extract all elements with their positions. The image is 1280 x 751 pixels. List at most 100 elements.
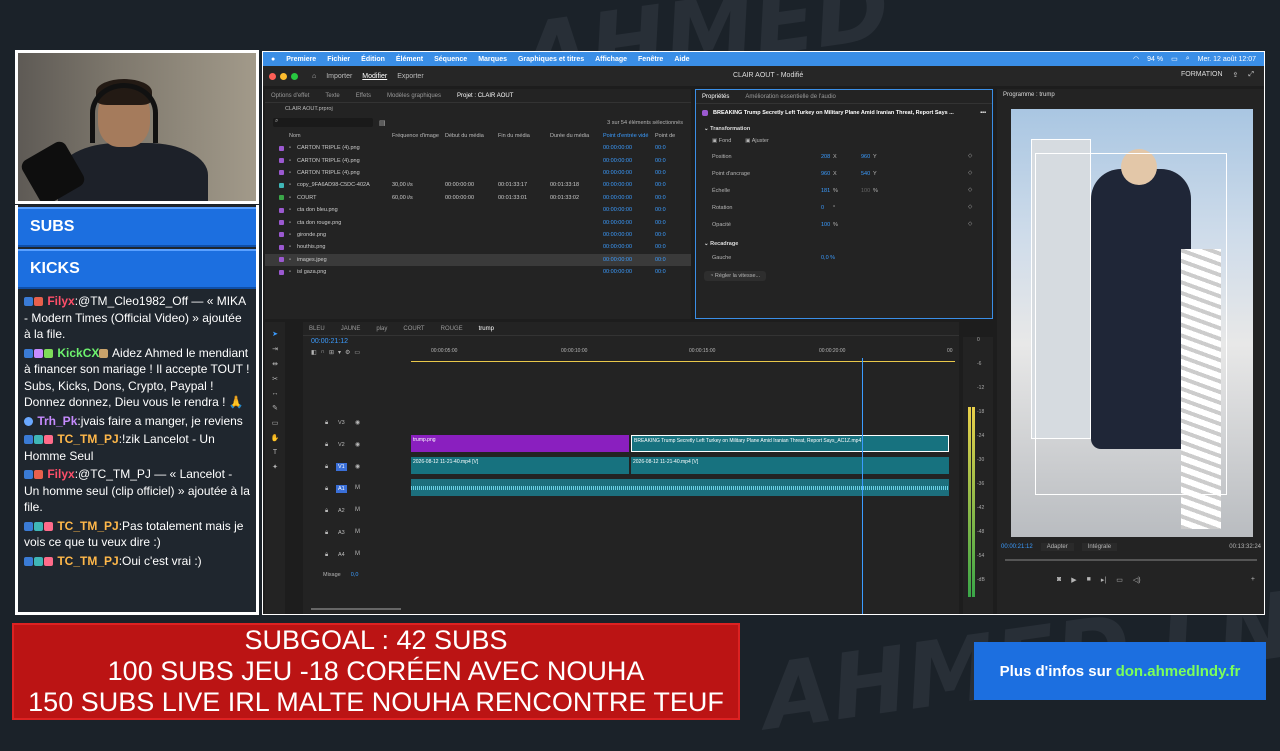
project-row[interactable]: ▫ CARTON TRIPLE (4).png 00:00:00:00 00:0 xyxy=(265,167,691,179)
snap-icon[interactable]: ∩ xyxy=(321,349,325,356)
info-link[interactable]: don.ahmedlndy.fr xyxy=(1116,663,1241,680)
clock-text[interactable]: Mer. 12 août 12:07 xyxy=(1198,56,1256,63)
stop-icon[interactable]: ■ xyxy=(1087,576,1091,584)
eye-icon[interactable]: ◉ xyxy=(355,441,360,448)
home-icon[interactable]: ⌂ xyxy=(312,73,316,80)
sequence-tab[interactable]: COURT xyxy=(403,326,424,332)
selection-tool-icon[interactable]: ➤ xyxy=(272,330,278,338)
chat-username[interactable]: TC_TM_PJ xyxy=(57,519,118,533)
chat-username[interactable]: TC_TM_PJ xyxy=(57,554,118,568)
clip-v1-a[interactable]: 2026-08-12 11-21-40.mp4 [V] xyxy=(411,457,629,474)
tab-effect-options[interactable]: Options d'effet xyxy=(271,93,309,99)
clip-breaking[interactable]: BREAKING Trump Secretly Left Turkey on M… xyxy=(631,435,949,452)
track-label[interactable]: V1 xyxy=(336,463,347,471)
captions-icon[interactable]: ▭ xyxy=(354,349,360,356)
track-select-icon[interactable]: ⇥ xyxy=(272,345,278,353)
lock-icon[interactable]: 🔒︎ xyxy=(325,464,328,471)
slip-icon[interactable]: ↔ xyxy=(272,390,279,397)
reset-icon[interactable]: ◇ xyxy=(968,153,972,159)
menu-sequence[interactable]: Séquence xyxy=(434,56,467,63)
tab-effects[interactable]: Effets xyxy=(356,93,371,99)
project-row[interactable]: ▫ copy_9FA6AD98-C5DC-402A 30,00 i/s 00:00:0… xyxy=(265,179,691,191)
step-forward-icon[interactable]: ▸| xyxy=(1101,576,1106,584)
minimize-icon[interactable] xyxy=(280,72,287,80)
reset-icon[interactable]: ◇ xyxy=(968,221,972,227)
col-in[interactable]: Point d'entrée vidé xyxy=(603,133,648,139)
property-value-1[interactable]: 0 xyxy=(821,205,824,211)
fit-select[interactable]: Adapter xyxy=(1040,543,1074,551)
lock-icon[interactable]: 🔒︎ xyxy=(325,530,328,537)
quality-select[interactable]: Intégrale xyxy=(1081,543,1118,551)
type-icon[interactable]: T xyxy=(273,449,277,456)
program-timecode[interactable]: 00:00:21:12 xyxy=(1001,544,1033,550)
reset-icon[interactable]: ◇ xyxy=(968,170,972,176)
sequence-tab[interactable]: JAUNE xyxy=(341,326,361,332)
eye-icon[interactable]: ◉ xyxy=(355,463,360,470)
chat-username[interactable]: Trh_Pk xyxy=(37,414,77,428)
col-point[interactable]: Point de xyxy=(655,133,675,139)
sequence-tab[interactable]: ROUGE xyxy=(441,326,463,332)
output-icon[interactable]: ▭ xyxy=(1116,576,1123,584)
sequence-tab[interactable]: trump xyxy=(479,326,494,332)
pen-icon[interactable]: ✎ xyxy=(272,404,278,412)
tab-properties[interactable]: Propriétés xyxy=(702,94,729,100)
ajuster-button[interactable]: ▣ Ajuster xyxy=(745,138,769,144)
tab-text[interactable]: Texte xyxy=(325,93,339,99)
property-value-2[interactable]: 100 xyxy=(861,188,870,194)
project-row[interactable]: ▫ gironde.png 00:00:00:00 00:0 xyxy=(265,229,691,241)
lock-icon[interactable]: 🔒︎ xyxy=(325,442,328,449)
tab-essential-audio[interactable]: Amélioration essentielle de l'audio xyxy=(745,94,836,100)
property-value-2[interactable]: 960 xyxy=(861,154,870,160)
workspace-label[interactable]: FORMATION xyxy=(1181,71,1222,79)
mute-icon[interactable]: M xyxy=(355,529,360,535)
project-row[interactable]: ▫ isl gaza.png 00:00:00:00 00:0 xyxy=(265,266,691,278)
col-duration[interactable]: Durée du média xyxy=(550,133,589,139)
chat-username[interactable]: KickCX xyxy=(57,346,99,360)
menu-aide[interactable]: Aide xyxy=(674,56,689,63)
sequence-tab[interactable]: BLEU xyxy=(309,326,325,332)
mute-icon[interactable]: M xyxy=(355,551,360,557)
hand-icon[interactable]: ✋ xyxy=(271,434,280,442)
eye-icon[interactable]: ◉ xyxy=(355,419,360,426)
wifi-icon[interactable]: ◠ xyxy=(1133,55,1139,63)
clip-trump-png[interactable]: trump.png xyxy=(411,435,629,452)
fullscreen-icon[interactable]: ⤢ xyxy=(1248,71,1254,79)
chat-username[interactable]: Filyx xyxy=(47,294,74,308)
search-input[interactable]: ⌕ xyxy=(273,118,373,127)
project-row[interactable]: ▫ COURT 60,00 i/s 00:00:00:00 00:01:33:01 00:… xyxy=(265,192,691,204)
project-row[interactable]: ▫ cta don rouge.png 00:00:00:00 00:0 xyxy=(265,216,691,228)
property-value-1[interactable]: 208 xyxy=(821,154,830,160)
playhead[interactable] xyxy=(862,358,863,614)
track-label[interactable]: A1 xyxy=(336,485,347,493)
clip-v1-b[interactable]: 2026-08-12 11-21-40.mp4 [V] xyxy=(631,457,949,474)
lock-icon[interactable]: 🔒︎ xyxy=(325,420,328,427)
close-icon[interactable] xyxy=(269,72,276,80)
tab-exporter[interactable]: Exporter xyxy=(397,73,423,80)
settings-icon[interactable]: ⚙ xyxy=(345,349,350,356)
search-icon[interactable]: ⌕ xyxy=(1186,55,1190,63)
nest-icon[interactable]: ◧ xyxy=(311,349,317,356)
project-row[interactable]: ▫ CARTON TRIPLE (4).png 00:00:00:00 00:0 xyxy=(265,142,691,154)
program-scrubber[interactable] xyxy=(1005,559,1257,561)
timeline-zoom-bar[interactable] xyxy=(311,608,401,610)
track-label[interactable]: A4 xyxy=(336,551,347,559)
col-end[interactable]: Fin du média xyxy=(498,133,530,139)
razor-icon[interactable]: ✂ xyxy=(272,375,278,383)
menu-affichage[interactable]: Affichage xyxy=(595,56,627,63)
section-crop[interactable]: ⌄ Recadrage xyxy=(696,235,992,253)
menu-graphiques[interactable]: Graphiques et titres xyxy=(518,56,584,63)
project-row[interactable]: ▫ CARTON TRIPLE (4).png 00:00:00:00 00:0 xyxy=(265,154,691,166)
menu-edition[interactable]: Édition xyxy=(361,56,385,63)
rectangle-icon[interactable]: ▭ xyxy=(272,419,279,427)
share-icon[interactable]: ⇪ xyxy=(1233,71,1239,79)
lock-icon[interactable]: 🔒︎ xyxy=(325,552,328,559)
chat-username[interactable]: Filyx xyxy=(47,467,74,481)
marker-icon[interactable]: ▾ xyxy=(338,349,341,356)
property-value-1[interactable]: 100 xyxy=(821,222,830,228)
tab-graphic-templates[interactable]: Modèles graphiques xyxy=(387,93,441,99)
tab-importer[interactable]: Importer xyxy=(326,73,352,80)
project-row[interactable]: ▫ houthis.png 00:00:00:00 00:0 xyxy=(265,241,691,253)
property-value-1[interactable]: 181 xyxy=(821,188,830,194)
linked-icon[interactable]: ⊞ xyxy=(329,349,334,356)
program-video[interactable] xyxy=(1011,109,1253,537)
